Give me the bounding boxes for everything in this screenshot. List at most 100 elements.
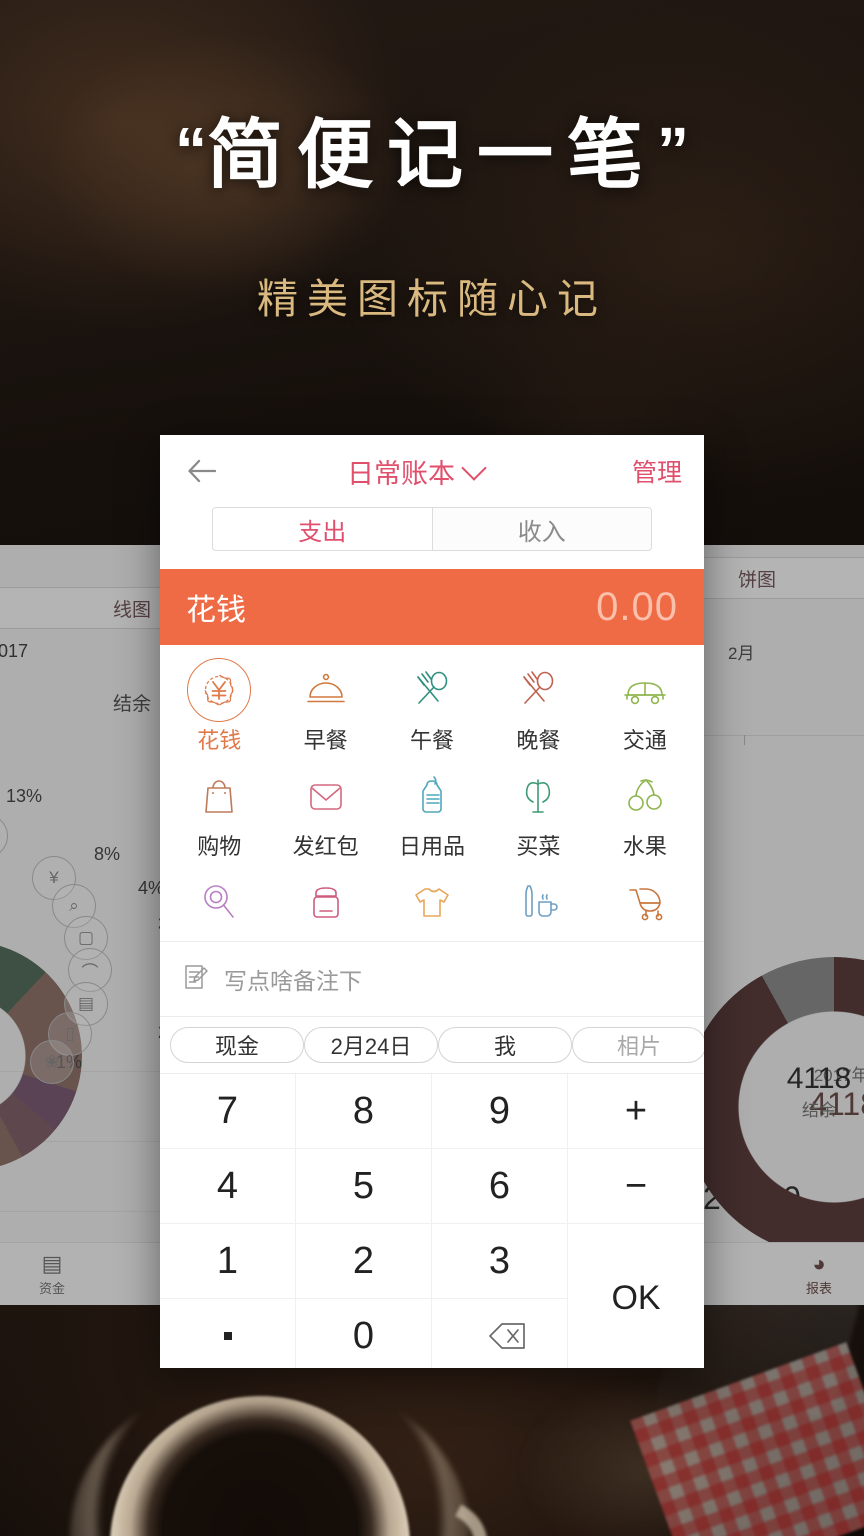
category-item-dinner[interactable]: 晚餐 (485, 655, 591, 761)
category-label: 发红包 (292, 834, 359, 859)
key-7[interactable]: 7 (160, 1074, 296, 1149)
nav-item-report[interactable]: ◕ 报表 (734, 1250, 864, 1297)
yen-flower-icon (166, 658, 272, 722)
category-label: 购物 (197, 834, 242, 859)
pct-label: 13% (6, 786, 43, 806)
promo-headline: “简便记一笔” (0, 118, 864, 194)
manage-button[interactable]: 管理 (610, 453, 682, 489)
shopping-bag-icon (166, 769, 272, 823)
key-4[interactable]: 4 (160, 1149, 296, 1224)
category-item-groceries[interactable]: 买菜 (485, 761, 591, 867)
pill-photo[interactable]: 相片 (572, 1027, 704, 1063)
bottle-icon (379, 769, 485, 823)
key-1[interactable]: 1 (160, 1224, 296, 1299)
category-label: 早餐 (303, 728, 348, 753)
category-item-spend[interactable]: 花钱 (166, 655, 272, 761)
key-8[interactable]: 8 (296, 1074, 432, 1149)
category-item-snacks[interactable] (166, 867, 272, 941)
category-item-lunch[interactable]: 午餐 (379, 655, 485, 761)
ledger-selector[interactable]: 日常账本 (220, 452, 610, 491)
backspace-icon (472, 1319, 528, 1353)
pill-account[interactable]: 现金 (170, 1027, 304, 1063)
fork-spoon-icon (379, 663, 485, 717)
nav-label: 资金 (38, 1280, 65, 1296)
category-item-clothing[interactable] (379, 867, 485, 941)
category-label: 水果 (622, 834, 667, 859)
key-6[interactable]: 6 (432, 1149, 568, 1224)
car-icon (592, 663, 698, 717)
note-placeholder: 写点啥备注下 (224, 968, 362, 994)
key-minus[interactable]: − (568, 1149, 704, 1224)
nav-item-funds[interactable]: ▤ 资金 (0, 1250, 132, 1297)
close-quote: ” (657, 114, 689, 186)
month-label: 2月 (728, 644, 755, 663)
pie-chart-icon: ◕ (812, 1250, 826, 1276)
food-cloche-icon (272, 663, 378, 717)
donut-center-caption: 结余 (802, 1101, 836, 1120)
nav-label: 报表 (805, 1280, 832, 1296)
category-label: 花钱 (197, 728, 242, 753)
category-label: 交通 (622, 728, 667, 753)
category-item-shopping[interactable]: 购物 (166, 761, 272, 867)
card-topbar: 日常账本 管理 (160, 435, 704, 507)
bottle-cup-icon (485, 875, 591, 929)
category-item-drinks[interactable] (485, 867, 591, 941)
category-item-redpacket[interactable]: 发红包 (272, 761, 378, 867)
category-item-fruit[interactable]: 水果 (592, 761, 698, 867)
vegetable-icon (485, 769, 591, 823)
fork-spoon-icon: ✂ (0, 814, 8, 858)
category-label: 晚餐 (516, 728, 561, 753)
category-row: 花钱 早餐 午餐 晚餐 交通 (166, 655, 698, 761)
cherries-icon: ❀ (30, 1040, 74, 1084)
category-item-baby[interactable] (592, 867, 698, 941)
note-field[interactable]: 写点啥备注下 (160, 941, 704, 1017)
key-backspace[interactable] (432, 1299, 568, 1368)
key-2[interactable]: 2 (296, 1224, 432, 1299)
tshirt-icon (379, 875, 485, 929)
amount-display-bar: 花钱 0.00 (160, 569, 704, 645)
category-label: 日用品 (399, 834, 466, 859)
category-item-daily[interactable]: 日用品 (379, 761, 485, 867)
category-item-transport[interactable]: 交通 (592, 655, 698, 761)
tab-income[interactable]: 收入 (432, 508, 651, 550)
key-ok[interactable]: OK (568, 1224, 704, 1368)
category-label: 午餐 (410, 728, 455, 753)
key-3[interactable]: 3 (432, 1224, 568, 1299)
year-label: 2017 (0, 641, 29, 661)
category-item-cosmetics[interactable] (272, 867, 378, 941)
category-row: 购物 发红包 日用品 买菜 水果 (166, 761, 698, 867)
key-dot[interactable] (160, 1299, 296, 1368)
wallet-icon: ▤ (41, 1250, 63, 1276)
chevron-down-icon (461, 454, 487, 481)
pill-member[interactable]: 我 (438, 1027, 572, 1063)
promo-subheadline: 精美图标随心记 (257, 276, 607, 322)
key-5[interactable]: 5 (296, 1149, 432, 1224)
headline-text: 简便记一笔 (207, 113, 657, 198)
cream-jar-icon (272, 875, 378, 929)
envelope-icon (272, 769, 378, 823)
category-row-partial (166, 867, 698, 941)
record-entry-card: 日常账本 管理 支出 收入 花钱 0.00 花钱 早餐 午餐 晚餐 交通 购物 … (160, 435, 704, 1368)
lollipop-icon (166, 875, 272, 929)
ledger-title: 日常账本 (347, 458, 455, 489)
pct-label: 8% (94, 844, 121, 864)
key-0[interactable]: 0 (296, 1299, 432, 1368)
back-arrow-icon[interactable] (182, 452, 220, 490)
category-grid: 花钱 早餐 午餐 晚餐 交通 购物 发红包 日用品 买菜 水果 (160, 645, 704, 941)
fork-spoon-icon (485, 663, 591, 717)
pill-date[interactable]: 2月24日 (304, 1027, 438, 1063)
amount-value: 0.00 (596, 584, 678, 629)
key-9[interactable]: 9 (432, 1074, 568, 1149)
open-quote: “ (175, 114, 207, 186)
cherries-icon (592, 769, 698, 823)
stroller-icon (592, 875, 698, 929)
category-item-breakfast[interactable]: 早餐 (272, 655, 378, 761)
meta-pill-row: 现金 2月24日 我 相片 (160, 1017, 704, 1073)
note-pencil-icon (182, 963, 210, 996)
donut-center-value: 4118 (786, 1062, 852, 1095)
key-plus[interactable]: + (568, 1074, 704, 1149)
tab-expense[interactable]: 支出 (213, 508, 433, 550)
promo-screenshot: “简便记一笔” 精美图标随心记 ⇅ 4G 线图 2017 合计 结余 13% (0, 0, 864, 1536)
category-label: 买菜 (516, 834, 561, 859)
type-segmented-control: 支出 收入 (212, 507, 652, 551)
